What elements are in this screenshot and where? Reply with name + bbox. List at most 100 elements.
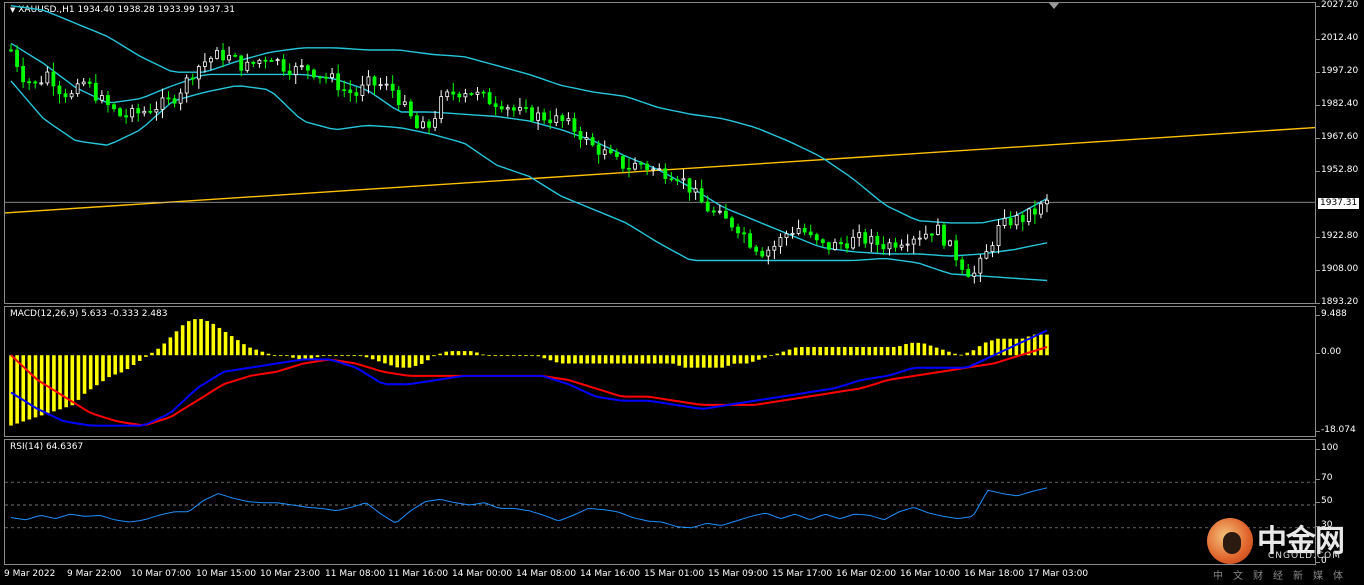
- candle-bearish: [754, 246, 759, 252]
- candle-bullish: [445, 91, 450, 97]
- candle-bearish: [578, 130, 583, 140]
- candle-bullish: [948, 240, 952, 246]
- candle-bearish: [57, 85, 62, 95]
- macd-panel[interactable]: MACD(12,26,9) 5.633 -0.333 2.483: [4, 306, 1316, 437]
- candle-bearish: [669, 178, 674, 181]
- candle-bearish: [572, 118, 577, 132]
- macd-histogram-bar: [787, 349, 792, 356]
- candle-bullish: [790, 232, 795, 235]
- candle-bearish: [190, 77, 195, 80]
- candle-bearish: [760, 250, 765, 257]
- time-tick: 14 Mar 08:00: [516, 569, 577, 579]
- candle-bullish: [778, 237, 783, 247]
- candle-bullish: [130, 108, 135, 118]
- candle-bullish: [784, 233, 789, 239]
- macd-histogram-bar: [340, 355, 344, 357]
- candle-bullish: [887, 242, 892, 250]
- macd-histogram-bar: [352, 355, 357, 357]
- macd-histogram-bar: [652, 355, 657, 364]
- candle-bearish: [354, 92, 359, 96]
- bollinger-middle: [10, 42, 1048, 257]
- macd-histogram-bar: [9, 355, 13, 426]
- candle-bullish: [433, 118, 437, 128]
- candle-bearish: [136, 108, 141, 114]
- rsi-canvas[interactable]: [5, 440, 1315, 564]
- rsi-panel[interactable]: RSI(14) 64.6367: [4, 439, 1316, 565]
- macd-histogram-bar: [39, 355, 44, 416]
- candle-bearish: [705, 201, 710, 212]
- candle-bearish: [663, 168, 668, 180]
- macd-histogram-bar: [450, 351, 455, 356]
- candle-bearish: [148, 110, 153, 113]
- candle-bullish: [75, 83, 80, 95]
- macd-histogram-bar: [248, 347, 252, 356]
- macd-histogram-bar: [928, 345, 933, 356]
- macd-histogram-bar: [1014, 338, 1019, 356]
- candle-bearish: [893, 242, 898, 248]
- candle-bullish: [693, 188, 698, 193]
- candle-bearish: [124, 115, 129, 118]
- macd-histogram-bar: [861, 346, 865, 356]
- macd-histogram-bar: [315, 355, 320, 358]
- candle-bullish: [911, 238, 916, 245]
- candle-bullish: [160, 97, 165, 110]
- macd-histogram-bar: [193, 319, 197, 356]
- shift-marker-icon[interactable]: [1049, 3, 1059, 9]
- price-chart-panel[interactable]: ▼ XAUUSD.,H1 1934.40 1938.28 1933.99 193…: [4, 2, 1316, 304]
- macd-histogram-bar: [573, 355, 577, 364]
- candle-bullish: [142, 110, 147, 114]
- macd-histogram-bar: [597, 355, 602, 364]
- candle-bullish: [475, 91, 480, 95]
- macd-histogram-bar: [818, 346, 822, 356]
- time-tick: 16 Mar 18:00: [964, 569, 1025, 579]
- macd-histogram-bar: [689, 355, 694, 368]
- macd-histogram-bar: [898, 346, 902, 356]
- macd-histogram-bar: [916, 342, 921, 356]
- candle-bullish: [439, 96, 444, 120]
- candle-bullish: [584, 137, 589, 140]
- macd-histogram-bar: [830, 346, 835, 356]
- macd-canvas[interactable]: [5, 307, 1315, 436]
- candle-bearish: [820, 239, 825, 244]
- macd-histogram-bar: [70, 355, 75, 406]
- candle-bearish: [318, 76, 322, 79]
- macd-histogram-bar: [211, 323, 216, 356]
- macd-histogram-bar: [389, 355, 393, 366]
- macd-histogram-bar: [763, 355, 767, 358]
- candle-bullish: [196, 66, 201, 80]
- candle-bullish: [421, 121, 425, 129]
- candle-bearish: [845, 243, 849, 249]
- macd-histogram-bar: [585, 355, 590, 364]
- candle-bearish: [372, 76, 377, 86]
- price-tick: 1997.20: [1315, 66, 1359, 76]
- macd-histogram-bar: [186, 321, 191, 356]
- time-tick: 15 Mar 01:00: [644, 569, 705, 579]
- macd-histogram-bar: [481, 354, 485, 356]
- candle-bullish: [505, 107, 510, 110]
- candle-bullish: [633, 162, 637, 170]
- macd-histogram-bar: [1045, 334, 1049, 356]
- candle-bearish: [487, 92, 492, 105]
- candle-bullish: [39, 82, 44, 85]
- macd-histogram-bar: [407, 355, 412, 368]
- price-chart-canvas[interactable]: [5, 3, 1315, 303]
- macd-histogram-bar: [475, 352, 479, 356]
- candle-bullish: [1039, 203, 1043, 215]
- candle-bullish: [936, 224, 940, 235]
- macd-histogram-bar: [591, 355, 596, 364]
- watermark-subtitle: 中文财经新媒体: [1213, 571, 1353, 582]
- candle-bullish: [1014, 215, 1019, 226]
- macd-histogram-bar: [242, 344, 246, 356]
- candle-bearish: [305, 65, 310, 71]
- macd-histogram-bar: [720, 355, 724, 368]
- macd-histogram-bar: [1002, 338, 1006, 356]
- candle-bearish: [269, 60, 274, 62]
- candle-bearish: [263, 59, 268, 62]
- candle-bullish: [651, 168, 656, 171]
- time-tick: 14 Mar 16:00: [580, 569, 641, 579]
- macd-histogram-bar: [603, 355, 608, 364]
- macd-histogram-bar: [873, 346, 878, 356]
- macd-histogram-bar: [291, 355, 295, 358]
- macd-histogram-bar: [254, 349, 259, 356]
- macd-histogram-bar: [616, 355, 620, 364]
